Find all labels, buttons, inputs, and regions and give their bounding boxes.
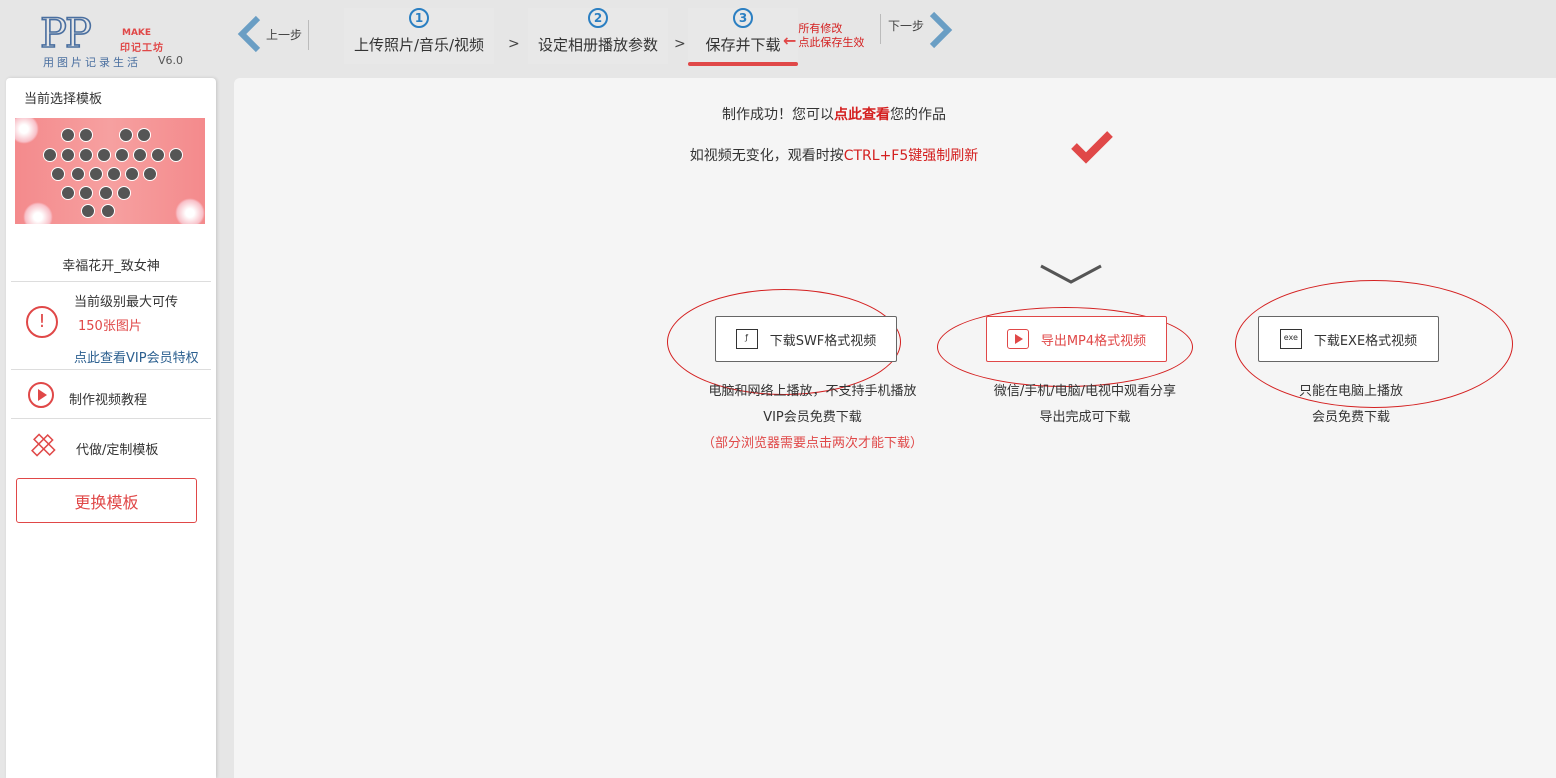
- template-name: 幸福花开_致女神: [62, 259, 160, 274]
- divider: [11, 281, 211, 282]
- play-icon: [1006, 329, 1029, 349]
- save-note-line2: 点此保存生效: [798, 35, 865, 49]
- download-swf-label: 下载SWF格式视频: [769, 333, 877, 349]
- view-work-link[interactable]: 点此查看: [834, 107, 890, 123]
- mp4-description: 微信/手机/电脑/电视中观看分享 导出完成可下载: [970, 379, 1200, 431]
- prev-step-label: 上一步: [266, 27, 303, 42]
- step-label: 保存并下载: [705, 36, 781, 54]
- sidebar: 当前选择模板 幸福花开_致女神 ! 当前级别最大可传 150张图片 点此查看VI…: [6, 78, 216, 778]
- step-separator: >: [674, 36, 686, 52]
- download-exe-button[interactable]: exe 下载EXE格式视频: [1258, 316, 1439, 362]
- chevron-right-icon: [929, 11, 953, 49]
- step-label: 设定相册播放参数: [537, 36, 658, 54]
- step-label: 上传照片/音乐/视频: [353, 36, 485, 54]
- chevron-down-icon: [1040, 264, 1102, 284]
- save-changes-link[interactable]: ← 所有修改 点此保存生效: [783, 21, 865, 51]
- step-settings[interactable]: 2 设定相册播放参数: [528, 8, 668, 64]
- step-number: 3: [733, 8, 753, 28]
- save-note-line1: 所有修改: [798, 21, 843, 35]
- divider: [11, 369, 211, 370]
- arrow-left-icon: ←: [783, 31, 797, 50]
- upload-limit-label: 当前级别最大可传: [74, 295, 179, 310]
- info-icon: !: [26, 306, 58, 338]
- exe-icon: exe: [1279, 329, 1302, 349]
- flash-icon: ƒ: [735, 329, 758, 349]
- export-mp4-label: 导出MP4格式视频: [1040, 333, 1147, 349]
- custom-template-link[interactable]: 代做/定制模板: [76, 439, 158, 458]
- mp4-desc-line1: 微信/手机/电脑/电视中观看分享: [993, 384, 1177, 399]
- video-tutorial-link[interactable]: 制作视频教程: [69, 389, 147, 408]
- hint-shortcut: CTRL+F5键强制刷新: [843, 148, 979, 164]
- swf-desc-line3: （部分浏览器需要点击两次才能下载）: [701, 436, 923, 451]
- play-circle-icon[interactable]: [28, 382, 54, 408]
- active-step-underline: [688, 62, 798, 66]
- template-thumbnail[interactable]: [15, 118, 205, 224]
- logo-letters: PP: [39, 11, 92, 57]
- vip-privileges-link[interactable]: 点此查看VIP会员特权: [74, 347, 199, 366]
- step-upload[interactable]: 1 上传照片/音乐/视频: [344, 8, 494, 64]
- logo-brand: 印记工坊: [120, 43, 164, 54]
- download-swf-button[interactable]: ƒ 下载SWF格式视频: [715, 316, 897, 362]
- divider: [880, 14, 881, 44]
- pencil-ruler-icon[interactable]: [28, 430, 58, 460]
- logo-slogan: 用图片记录生活: [43, 56, 141, 69]
- refresh-hint: 如视频无变化，观看时按CTRL+F5键强制刷新: [0, 145, 1556, 165]
- step-number: 2: [588, 8, 608, 28]
- success-text-post: 您的作品: [890, 107, 946, 123]
- next-step-label: 下一步: [888, 18, 925, 33]
- step-save-download[interactable]: 3 保存并下载: [688, 8, 798, 66]
- upload-limit-value: 150张图片: [78, 319, 142, 334]
- download-exe-label: 下载EXE格式视频: [1313, 333, 1418, 349]
- mp4-desc-line2: 导出完成可下载: [1039, 410, 1131, 425]
- change-template-button[interactable]: 更换模板: [16, 478, 197, 523]
- success-text-pre: 制作成功！您可以: [722, 107, 834, 123]
- export-mp4-button[interactable]: 导出MP4格式视频: [986, 316, 1167, 362]
- success-message: 制作成功！您可以点此查看您的作品: [0, 104, 1556, 124]
- hint-text: 如视频无变化，观看时按: [689, 148, 844, 164]
- version-label: V6.0: [158, 54, 184, 67]
- divider: [308, 20, 309, 50]
- next-step-button[interactable]: 下一步: [888, 10, 954, 50]
- step-number: 1: [409, 8, 429, 28]
- divider: [11, 418, 211, 419]
- chevron-left-icon: [237, 15, 261, 53]
- exe-description: 只能在电脑上播放 会员免费下载: [1260, 379, 1442, 431]
- step-separator: >: [508, 36, 520, 52]
- swf-desc-line1: 电脑和网络上播放，不支持手机播放: [708, 384, 917, 399]
- app-logo: PP MAKE 印记工坊 用图片记录生活 V6.0: [39, 11, 190, 70]
- exe-desc-line2: 会员免费下载: [1311, 410, 1390, 425]
- exe-desc-line1: 只能在电脑上播放: [1298, 384, 1403, 399]
- swf-description: 电脑和网络上播放，不支持手机播放 VIP会员免费下载 （部分浏览器需要点击两次才…: [690, 379, 935, 457]
- logo-make: MAKE: [122, 28, 152, 38]
- prev-step-button[interactable]: 上一步: [236, 14, 302, 54]
- swf-desc-line2: VIP会员免费下载: [763, 410, 862, 425]
